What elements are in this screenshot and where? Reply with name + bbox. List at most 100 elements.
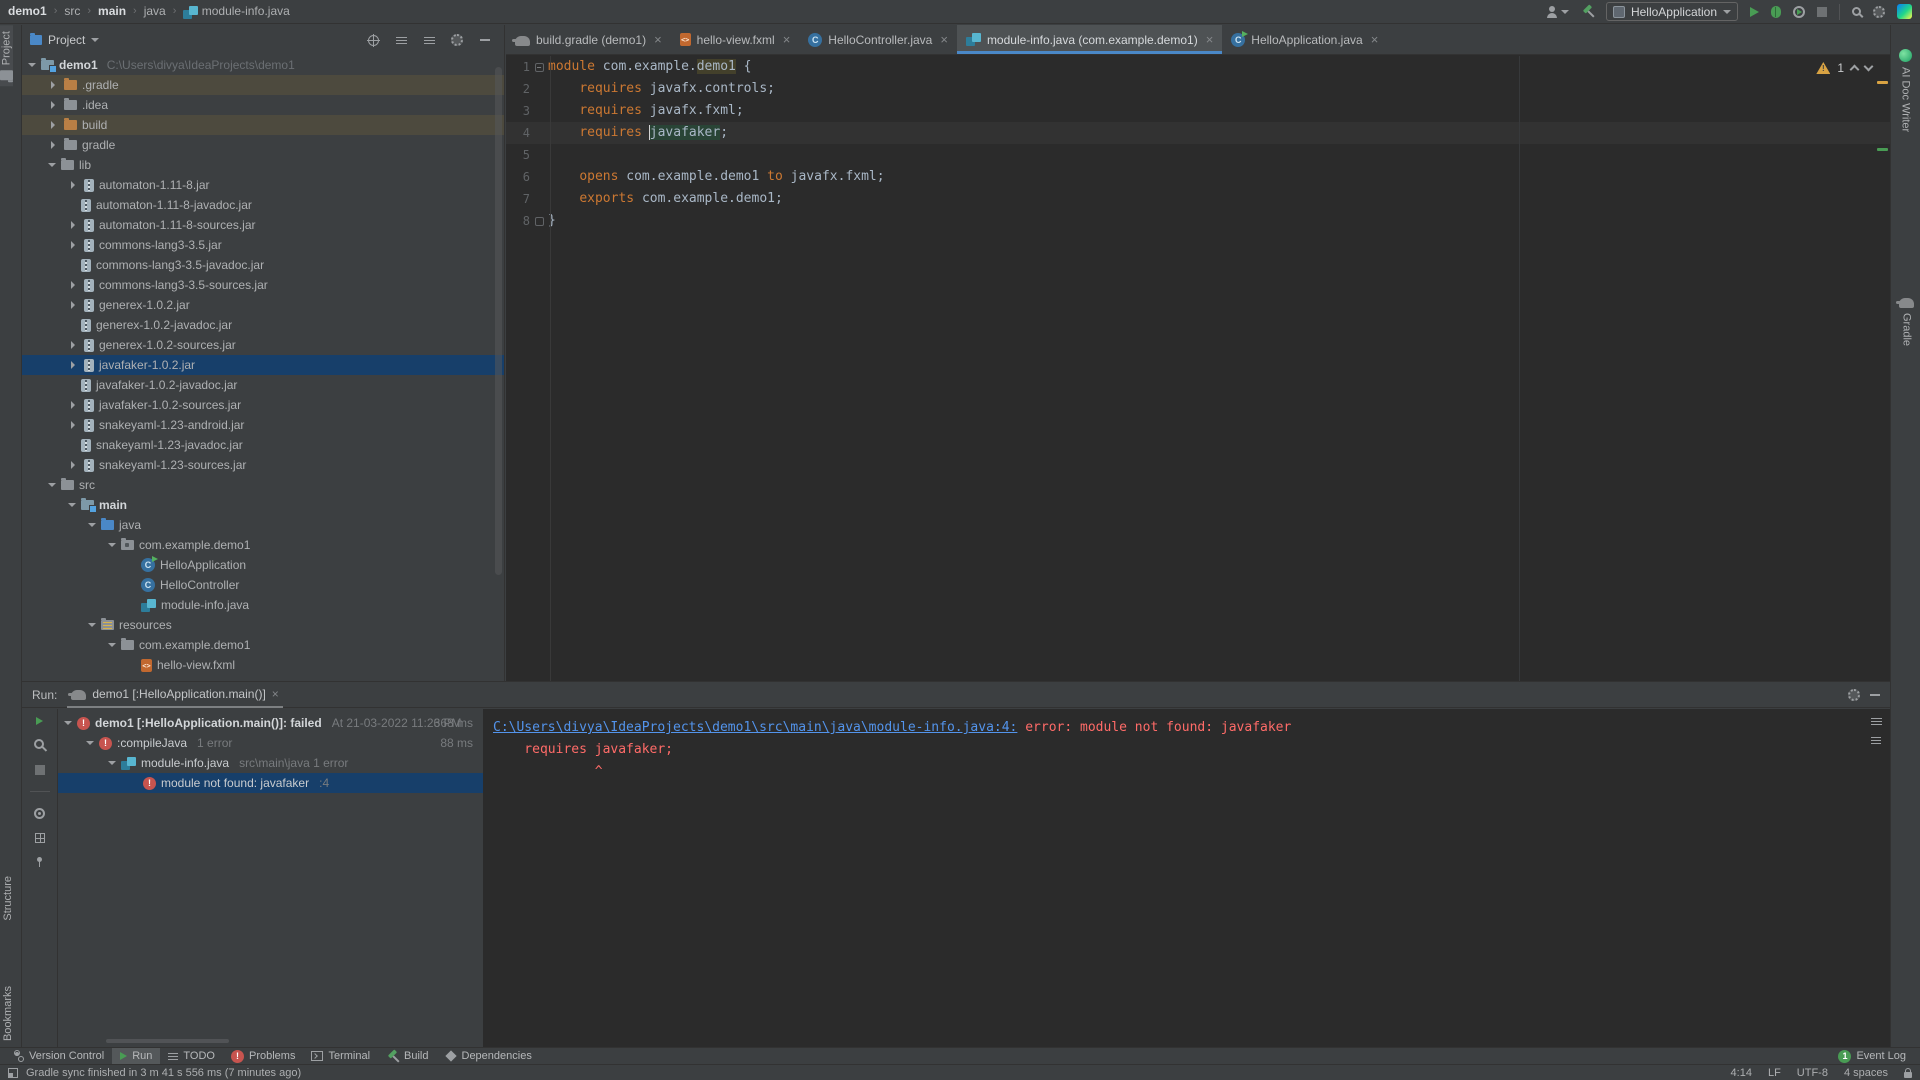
tree-item[interactable]: .idea [22, 95, 504, 115]
tree-item[interactable]: gradle [22, 135, 504, 155]
fold-marker-icon[interactable] [534, 216, 544, 226]
chevron-expanded-icon[interactable] [88, 523, 96, 531]
toolwindow-button-dependencies[interactable]: Dependencies [437, 1048, 540, 1065]
lock-icon[interactable] [1904, 1067, 1912, 1078]
close-icon[interactable]: × [783, 32, 791, 47]
editor-tab[interactable]: hello-view.fxml × [671, 25, 800, 54]
tree-item[interactable]: snakeyaml-1.23-javadoc.jar [22, 435, 504, 455]
search-everywhere-button[interactable] [1852, 7, 1861, 16]
tree-item[interactable]: module-info.java [22, 595, 504, 615]
event-log-button[interactable]: 1 Event Log [1830, 1048, 1914, 1065]
chevron-collapsed-icon[interactable] [71, 461, 79, 469]
tree-item[interactable]: commons-lang3-3.5-sources.jar [22, 275, 504, 295]
tree-item[interactable]: lib [22, 155, 504, 175]
scrollbar-ok-mark[interactable] [1877, 148, 1888, 151]
tree-item[interactable]: com.example.demo1 [22, 635, 504, 655]
chevron-collapsed-icon[interactable] [71, 421, 79, 429]
layout-settings-button[interactable] [34, 833, 45, 843]
status-line-ending[interactable]: LF [1768, 1067, 1781, 1079]
toolwindow-toggle-icon[interactable] [8, 1067, 18, 1078]
run-console[interactable]: C:\Users\divya\IdeaProjects\demo1\src\ma… [483, 709, 1890, 1047]
run-tree-row[interactable]: :compileJava 1 error 88 ms [58, 733, 483, 753]
tree-item[interactable]: com.example.demo1 [22, 535, 504, 555]
run-tree-row[interactable]: module not found: javafaker:4 [58, 773, 483, 793]
minimize-panel-button[interactable] [1870, 693, 1880, 696]
collapse-all-button[interactable] [390, 30, 412, 50]
chevron-expanded-icon[interactable] [48, 483, 56, 491]
build-hammer-button[interactable] [1581, 5, 1594, 18]
tree-item[interactable]: HelloApplication [22, 555, 504, 575]
locate-file-button[interactable] [362, 30, 384, 50]
code-line[interactable]: 5 [506, 144, 1890, 166]
run-config-settings-button[interactable] [33, 739, 46, 751]
close-icon[interactable]: × [940, 32, 948, 47]
prev-problem-button[interactable] [1849, 64, 1860, 75]
pin-tab-button[interactable] [37, 857, 42, 867]
tree-item[interactable]: build [22, 115, 504, 135]
soft-wrap-icon[interactable] [1871, 717, 1882, 726]
run-button[interactable] [1750, 6, 1759, 17]
stop-button[interactable] [1817, 6, 1827, 17]
run-tree-hscrollbar[interactable] [106, 1039, 229, 1043]
profiler-button[interactable] [1793, 5, 1805, 18]
run-tree-row[interactable]: demo1 [:HelloApplication.main()]: failed… [58, 713, 483, 733]
code-editor[interactable]: 1− module com.example.demo1 {2 requires j… [506, 56, 1890, 681]
code-line[interactable]: 6 opens com.example.demo1 to javafx.fxml… [506, 166, 1890, 188]
chevron-collapsed-icon[interactable] [71, 281, 79, 289]
next-problem-button[interactable] [1863, 61, 1874, 72]
chevron-expanded-icon[interactable] [68, 503, 76, 511]
hide-panel-button[interactable] [474, 30, 496, 50]
tree-item[interactable]: resources [22, 615, 504, 635]
tree-item[interactable]: hello-view.fxml [22, 655, 504, 675]
scrollbar-warning-mark[interactable] [1877, 81, 1888, 84]
close-icon[interactable]: × [654, 32, 662, 47]
toolwindow-button-problems[interactable]: Problems [223, 1048, 303, 1065]
chevron-collapsed-icon[interactable] [51, 121, 59, 129]
run-tree-row[interactable]: module-info.java src\main\java 1 error [58, 753, 483, 773]
tree-item[interactable]: automaton-1.11-8.jar [22, 175, 504, 195]
tree-item[interactable]: automaton-1.11-8-sources.jar [22, 215, 504, 235]
chevron-collapsed-icon[interactable] [51, 81, 59, 89]
chevron-expanded-icon[interactable] [108, 761, 116, 769]
chevron-collapsed-icon[interactable] [71, 181, 79, 189]
scroll-to-end-icon[interactable] [1871, 736, 1881, 745]
stripe-button-ai-doc-writer[interactable]: AI Doc Writer [1899, 43, 1912, 138]
tree-item[interactable]: javafaker-1.0.2-javadoc.jar [22, 375, 504, 395]
expand-all-button[interactable] [418, 30, 440, 50]
tree-item[interactable]: generex-1.0.2.jar [22, 295, 504, 315]
breadcrumb-item[interactable]: demo1 [8, 4, 47, 18]
code-line[interactable]: 3 requires javafx.fxml; [506, 100, 1890, 122]
tree-item[interactable]: commons-lang3-3.5-javadoc.jar [22, 255, 504, 275]
run-tab[interactable]: demo1 [:HelloApplication.main()] × [67, 682, 283, 708]
chevron-collapsed-icon[interactable] [71, 221, 79, 229]
code-line[interactable]: 4 requires javafaker; [506, 122, 1890, 144]
code-line[interactable]: 1− module com.example.demo1 { [506, 56, 1890, 78]
toolwindow-button-build[interactable]: Build [378, 1048, 436, 1065]
chevron-expanded-icon[interactable] [108, 543, 116, 551]
chevron-expanded-icon[interactable] [64, 721, 72, 729]
tree-item[interactable]: commons-lang3-3.5.jar [22, 235, 504, 255]
editor-tab[interactable]: build.gradle (demo1) × [506, 25, 671, 54]
breadcrumb-item[interactable]: main [98, 4, 126, 18]
breadcrumb-item[interactable]: java [144, 4, 166, 18]
breadcrumb-item[interactable]: src [64, 4, 80, 18]
tree-item[interactable]: javafaker-1.0.2.jar [22, 355, 504, 375]
status-encoding[interactable]: UTF-8 [1797, 1067, 1828, 1079]
code-line[interactable]: 8} [506, 210, 1890, 232]
tree-item[interactable]: generex-1.0.2-sources.jar [22, 335, 504, 355]
panel-settings-button[interactable] [446, 30, 468, 50]
chevron-expanded-icon[interactable] [86, 741, 94, 749]
tree-item[interactable]: snakeyaml-1.23-sources.jar [22, 455, 504, 475]
chevron-expanded-icon[interactable] [108, 643, 116, 651]
code-line[interactable]: 7 exports com.example.demo1; [506, 188, 1890, 210]
inspection-widget[interactable]: 1 [1816, 61, 1874, 75]
run-configuration-select[interactable]: HelloApplication [1605, 2, 1738, 21]
editor-tab[interactable]: HelloController.java × [799, 25, 957, 54]
tree-item[interactable]: javafaker-1.0.2-sources.jar [22, 395, 504, 415]
chevron-collapsed-icon[interactable] [71, 301, 79, 309]
status-caret-position[interactable]: 4:14 [1731, 1067, 1752, 1079]
run-settings-button[interactable] [1848, 688, 1860, 701]
stripe-button-bookmarks[interactable]: Bookmarks [2, 980, 14, 1047]
toolwindow-button-run[interactable]: Run [112, 1047, 161, 1065]
editor-tab[interactable]: module-info.java (com.example.demo1) × [956, 25, 1223, 54]
